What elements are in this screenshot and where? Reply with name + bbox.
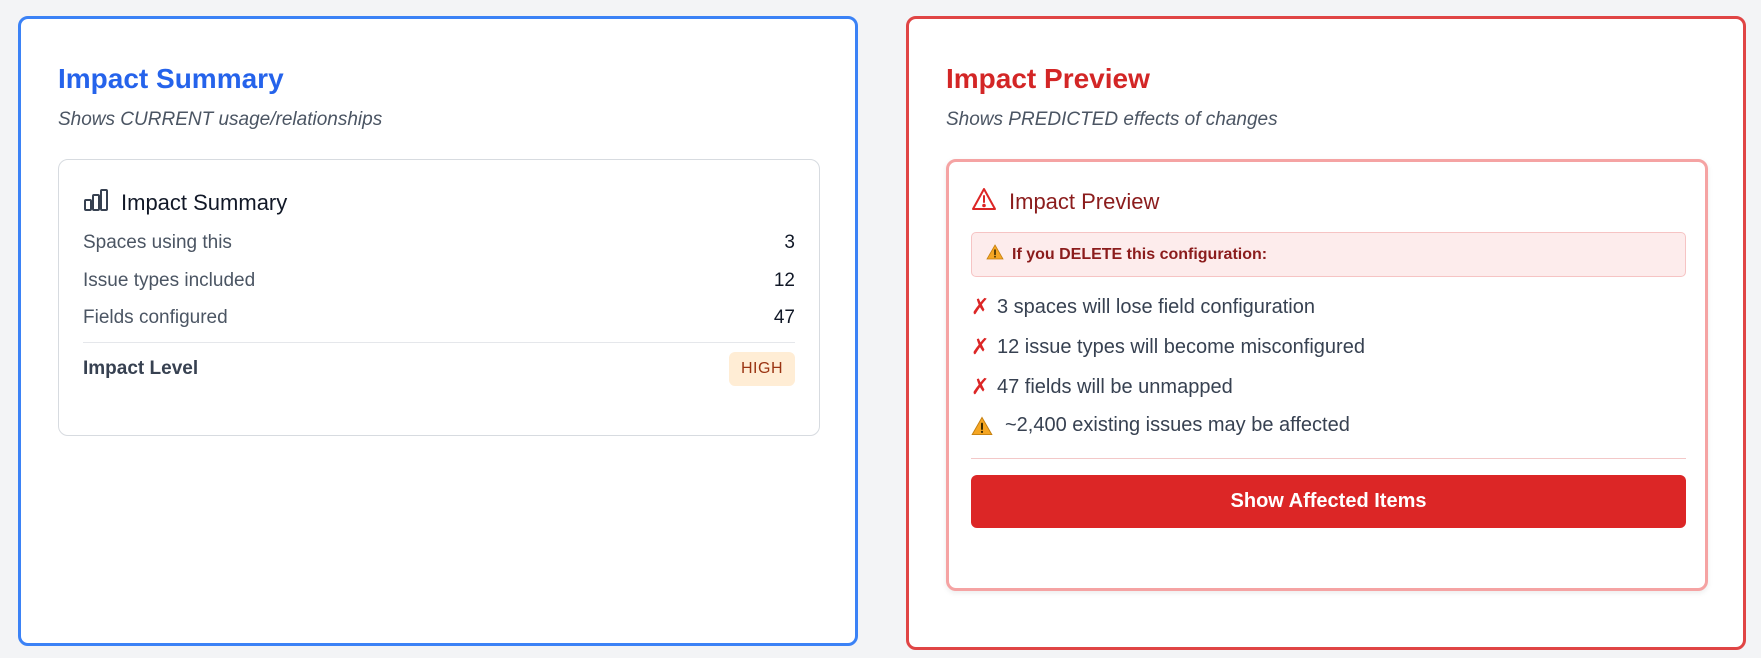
x-mark-icon: ✗: [971, 294, 990, 319]
effect-item: ✗ 12 issue types will become misconfigur…: [971, 334, 1365, 360]
effect-item: ~2,400 existing issues may be affected: [971, 414, 1350, 437]
x-mark-icon: ✗: [971, 334, 990, 359]
stat-row-spaces: Spaces using this 3: [83, 232, 795, 254]
effect-text: 3 spaces will lose field configuration: [997, 295, 1315, 318]
impact-preview-card: Impact Preview If you DELETE this config…: [946, 159, 1708, 591]
stat-label: Spaces using this: [83, 232, 232, 253]
impact-level-label: Impact Level: [83, 358, 199, 379]
panel-title: Impact Preview: [946, 63, 1150, 94]
stat-row-issue-types: Issue types included 12: [83, 270, 795, 292]
warning-icon: [971, 415, 993, 436]
delete-alert: If you DELETE this configuration:: [971, 232, 1686, 277]
effect-item: ✗ 47 fields will be unmapped: [971, 374, 1233, 400]
stat-label: Fields configured: [83, 307, 228, 328]
panel-subtitle: Shows PREDICTED effects of changes: [946, 109, 1278, 130]
bar-chart-icon: [83, 188, 109, 217]
card-title: Impact Summary: [121, 189, 288, 215]
card-header: Impact Summary: [83, 188, 287, 217]
stat-value: 3: [784, 232, 795, 253]
card-header: Impact Preview: [971, 187, 1159, 216]
card-title: Impact Preview: [1009, 188, 1160, 214]
divider: [971, 458, 1686, 459]
effect-item: ✗ 3 spaces will lose field configuration: [971, 294, 1315, 320]
effect-text: 12 issue types will become misconfigured: [997, 335, 1365, 358]
effect-text: ~2,400 existing issues may be affected: [1005, 414, 1350, 436]
effect-text: 47 fields will be unmapped: [997, 375, 1233, 398]
divider: [83, 342, 795, 343]
impact-summary-panel: Impact Summary Shows CURRENT usage/relat…: [18, 16, 858, 646]
panel-subtitle: Shows CURRENT usage/relationships: [58, 109, 383, 130]
x-mark-icon: ✗: [971, 374, 990, 399]
warning-icon: [986, 244, 1004, 265]
panel-title: Impact Summary: [58, 63, 284, 94]
stat-row-fields: Fields configured 47: [83, 307, 795, 329]
impact-level-badge: HIGH: [729, 352, 795, 386]
alert-text: If you DELETE this configuration:: [1012, 245, 1268, 263]
warning-triangle-icon: [971, 187, 997, 216]
show-affected-items-button[interactable]: Show Affected Items: [971, 475, 1686, 528]
stat-value: 12: [773, 270, 795, 291]
impact-preview-panel: Impact Preview Shows PREDICTED effects o…: [906, 16, 1746, 650]
stat-value: 47: [773, 307, 795, 328]
stat-label: Issue types included: [83, 270, 256, 291]
impact-summary-card: Impact Summary Spaces using this 3 Issue…: [58, 159, 820, 436]
impact-level-row: Impact Level HIGH: [83, 352, 795, 386]
